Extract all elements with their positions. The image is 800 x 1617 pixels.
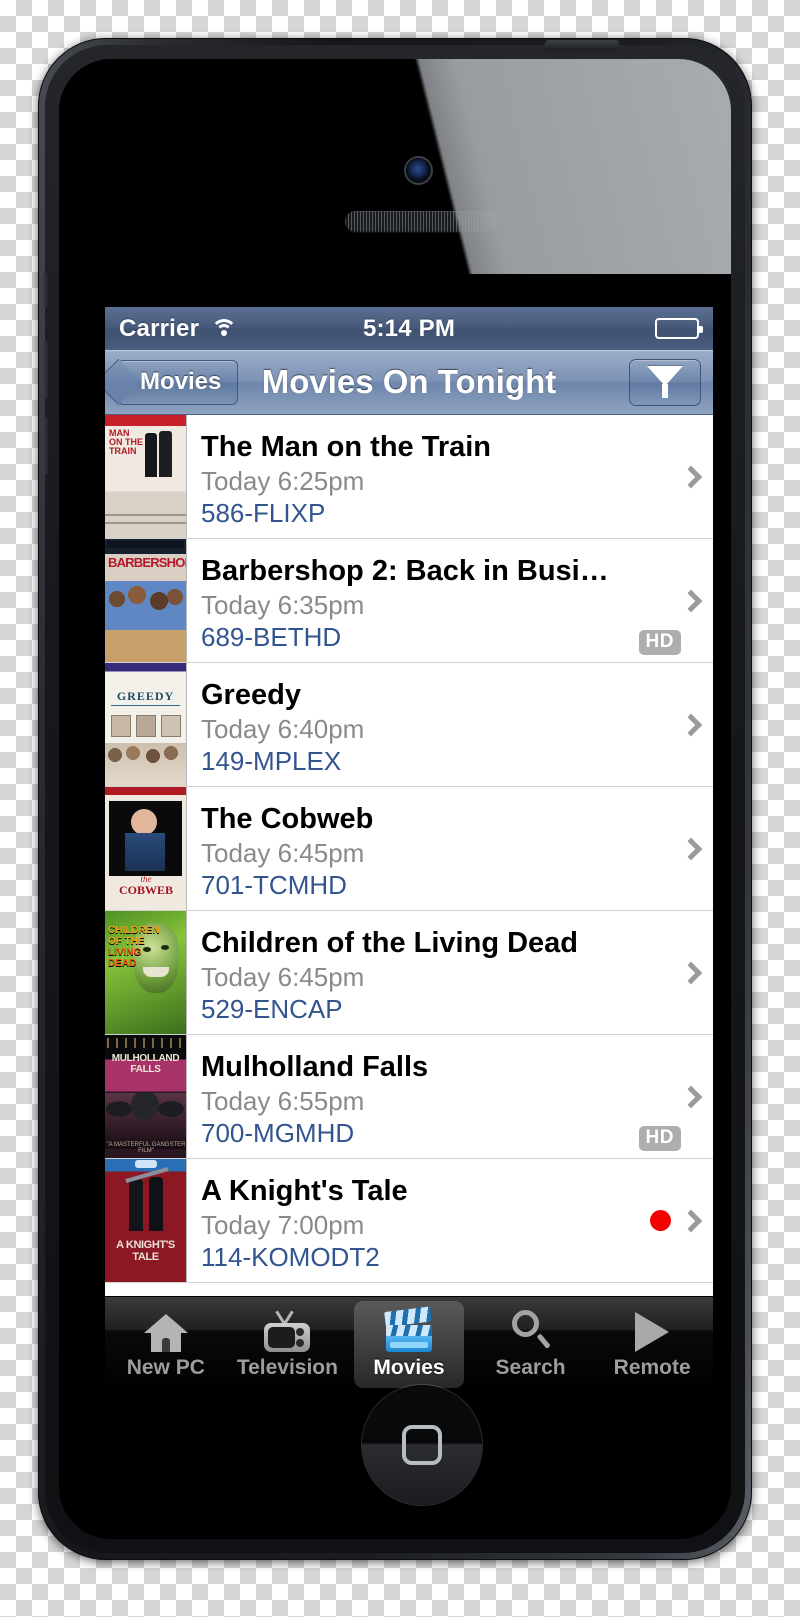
phone-face: Carrier 5:14 PM Movies Movies On Tonight xyxy=(59,59,731,1539)
movie-airtime: Today 6:45pm xyxy=(201,962,365,993)
row-text-block: Mulholland Falls Today 6:55pm 700-MGMHD xyxy=(187,1035,627,1158)
phone-screen: Carrier 5:14 PM Movies Movies On Tonight xyxy=(105,307,713,1392)
movie-poster: GREEDY xyxy=(105,663,187,786)
movie-poster: CHILDREN OF THE LIVING DEAD xyxy=(105,911,187,1034)
movie-airtime: Today 6:25pm xyxy=(201,466,365,497)
movie-channel: 529-ENCAP xyxy=(201,994,343,1025)
table-row[interactable]: A KNIGHT'S TALE A Knight's Tale Today 7:… xyxy=(105,1159,713,1283)
row-accessory xyxy=(627,1159,713,1282)
house-icon xyxy=(143,1310,188,1352)
chevron-right-icon[interactable] xyxy=(679,713,703,736)
tab-search[interactable]: Search xyxy=(470,1297,592,1392)
table-row[interactable]: COBWEB the The Cobweb Today 6:45pm 701-T… xyxy=(105,787,713,911)
chevron-right-icon[interactable] xyxy=(679,589,703,612)
volume-up-button[interactable] xyxy=(42,341,48,399)
back-button-label: Movies xyxy=(140,368,222,395)
table-row[interactable]: MULHOLLAND FALLS "A MASTERFUL GANGSTER F… xyxy=(105,1035,713,1159)
movie-airtime: Today 6:45pm xyxy=(201,838,365,869)
row-text-block: The Cobweb Today 6:45pm 701-TCMHD xyxy=(187,787,627,910)
tab-label: Search xyxy=(495,1355,566,1379)
search-icon xyxy=(510,1309,552,1352)
row-text-block: Children of the Living Dead Today 6:45pm… xyxy=(187,911,627,1034)
volume-down-button[interactable] xyxy=(42,417,48,475)
row-accessory xyxy=(627,415,713,538)
movie-list[interactable]: MAN ON THE TRAIN The Man on the Train Toda… xyxy=(105,415,713,1296)
movie-poster: MULHOLLAND FALLS "A MASTERFUL GANGSTER F… xyxy=(105,1035,187,1158)
tab-label: New PC xyxy=(126,1355,205,1379)
chevron-right-icon[interactable] xyxy=(679,1085,703,1108)
row-text-block: The Man on the Train Today 6:25pm 586-FL… xyxy=(187,415,627,538)
movie-channel: 149-MPLEX xyxy=(201,746,342,777)
tv-icon xyxy=(264,1309,311,1352)
tab-bar: New PC Television Movies Search Remote xyxy=(105,1296,713,1392)
row-text-block: Greedy Today 6:40pm 149-MPLEX xyxy=(187,663,627,786)
camera-icon xyxy=(406,158,431,183)
tab-movies[interactable]: Movies xyxy=(348,1297,470,1392)
tab-label: Remote xyxy=(613,1355,691,1379)
silent-switch[interactable] xyxy=(42,273,48,307)
movie-title: Children of the Living Dead xyxy=(201,927,579,960)
movie-channel: 114-KOMODT2 xyxy=(201,1242,380,1273)
movie-airtime: Today 6:55pm xyxy=(201,1086,365,1117)
movie-channel: 689-BETHD xyxy=(201,622,342,653)
movie-channel: 700-MGMHD xyxy=(201,1118,355,1149)
row-accessory xyxy=(627,663,713,786)
row-accessory xyxy=(627,787,713,910)
movie-title: Mulholland Falls xyxy=(201,1051,429,1084)
movie-title: A Knight's Tale xyxy=(201,1175,408,1208)
back-button[interactable]: Movies xyxy=(117,359,239,405)
movie-poster: A KNIGHT'S TALE xyxy=(105,1159,187,1282)
movie-airtime: Today 7:00pm xyxy=(201,1210,365,1241)
funnel-icon xyxy=(647,366,683,398)
movie-title: Greedy xyxy=(201,679,301,712)
tab-television[interactable]: Television xyxy=(227,1297,349,1392)
navigation-bar: Movies Movies On Tonight xyxy=(105,350,713,415)
row-accessory: HD xyxy=(627,1035,713,1158)
chevron-right-icon[interactable] xyxy=(679,465,703,488)
recording-indicator-icon xyxy=(650,1210,671,1231)
wifi-icon xyxy=(209,318,239,340)
movie-channel: 586-FLIXP xyxy=(201,498,326,529)
phone-bezel: Carrier 5:14 PM Movies Movies On Tonight xyxy=(42,40,745,1553)
home-button[interactable] xyxy=(362,1385,482,1505)
tab-new-pc[interactable]: New PC xyxy=(105,1297,227,1392)
tab-remote[interactable]: Remote xyxy=(591,1297,713,1392)
phone-device: Carrier 5:14 PM Movies Movies On Tonight xyxy=(38,38,752,1560)
table-row[interactable]: GREEDY Greedy Today 6:40pm 149-MPLEX xyxy=(105,663,713,787)
home-button-icon xyxy=(402,1425,442,1465)
status-badge: HD xyxy=(638,630,681,655)
battery-icon xyxy=(655,318,703,339)
filter-button[interactable] xyxy=(629,358,701,406)
chevron-right-icon[interactable] xyxy=(679,1209,703,1232)
table-row[interactable]: BARBERSHOP2 Barbershop 2: Back in Busi… … xyxy=(105,539,713,663)
row-text-block: A Knight's Tale Today 7:00pm 114-KOMODT2 xyxy=(187,1159,627,1282)
movie-title: Barbershop 2: Back in Busi… xyxy=(201,555,609,588)
tab-label: Television xyxy=(236,1355,338,1379)
movie-poster: MAN ON THE TRAIN xyxy=(105,415,187,538)
row-accessory xyxy=(627,911,713,1034)
movie-title: The Cobweb xyxy=(201,803,374,836)
chevron-right-icon[interactable] xyxy=(679,961,703,984)
power-button[interactable] xyxy=(545,40,619,50)
movie-channel: 701-TCMHD xyxy=(201,870,347,901)
movie-airtime: Today 6:40pm xyxy=(201,714,365,745)
status-bar: Carrier 5:14 PM xyxy=(105,307,713,350)
movie-airtime: Today 6:35pm xyxy=(201,590,365,621)
speaker-grille-icon xyxy=(345,211,497,233)
table-row[interactable]: MAN ON THE TRAIN The Man on the Train Toda… xyxy=(105,415,713,539)
chevron-right-icon[interactable] xyxy=(679,837,703,860)
movie-poster: COBWEB the xyxy=(105,787,187,910)
clapper-icon xyxy=(384,1306,432,1352)
play-icon xyxy=(631,1310,673,1352)
screen-glare xyxy=(59,59,731,274)
table-row[interactable]: CHILDREN OF THE LIVING DEAD Children of the… xyxy=(105,911,713,1035)
status-badge: HD xyxy=(638,1126,681,1151)
carrier-label: Carrier xyxy=(119,314,200,342)
movie-poster: BARBERSHOP2 xyxy=(105,539,187,662)
movie-title: The Man on the Train xyxy=(201,431,492,464)
row-text-block: Barbershop 2: Back in Busi… Today 6:35pm… xyxy=(187,539,627,662)
row-accessory: HD xyxy=(627,539,713,662)
tab-label: Movies xyxy=(373,1355,445,1379)
